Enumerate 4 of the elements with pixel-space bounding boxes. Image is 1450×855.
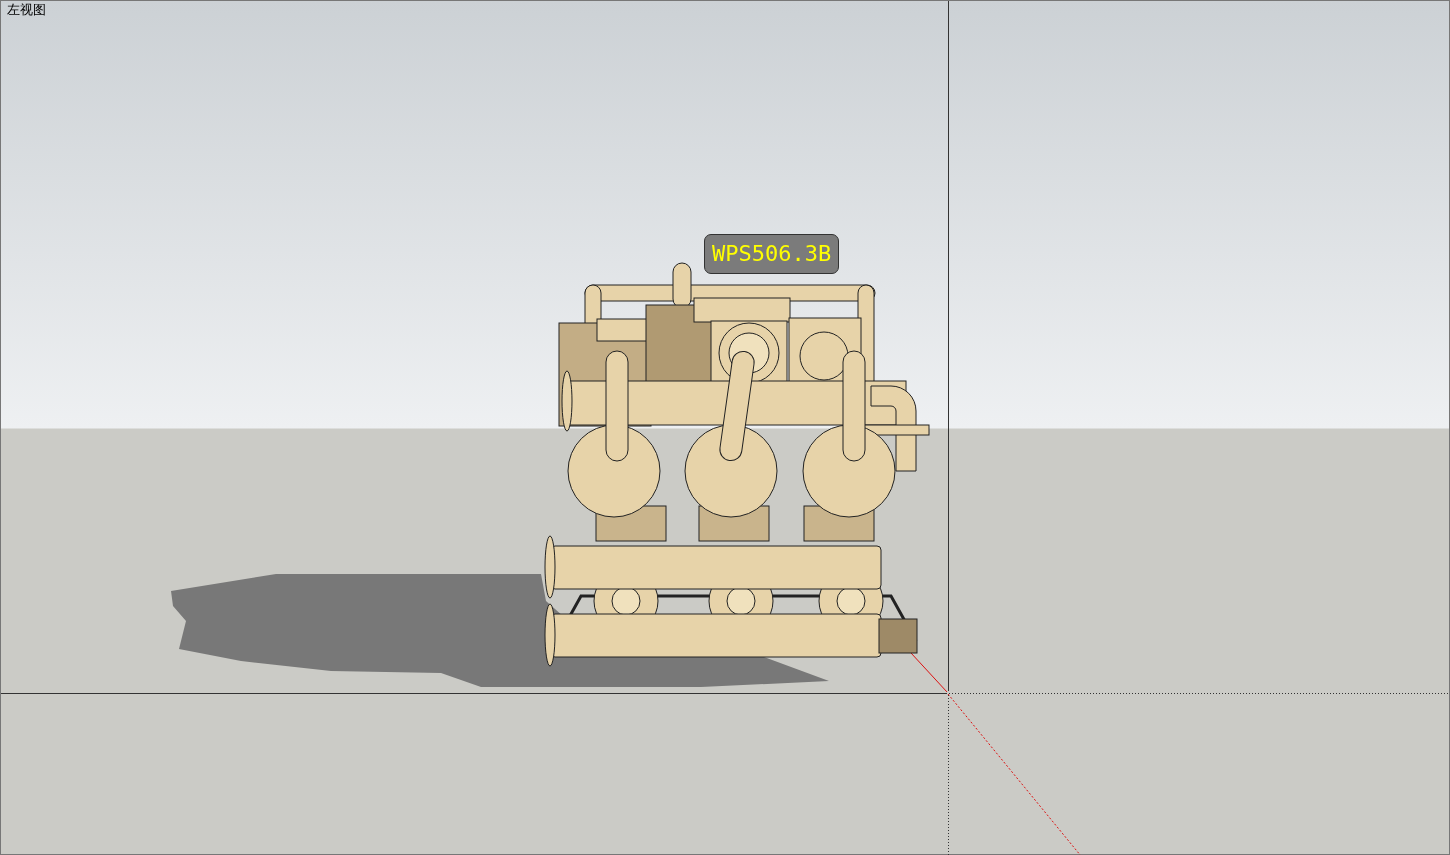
pump-unit-drawing[interactable]	[544, 262, 930, 667]
view-title: 左视图	[7, 1, 46, 19]
viewport[interactable]: 左视图 WPS506.3B	[0, 0, 1450, 855]
model-label[interactable]: WPS506.3B	[704, 234, 840, 274]
